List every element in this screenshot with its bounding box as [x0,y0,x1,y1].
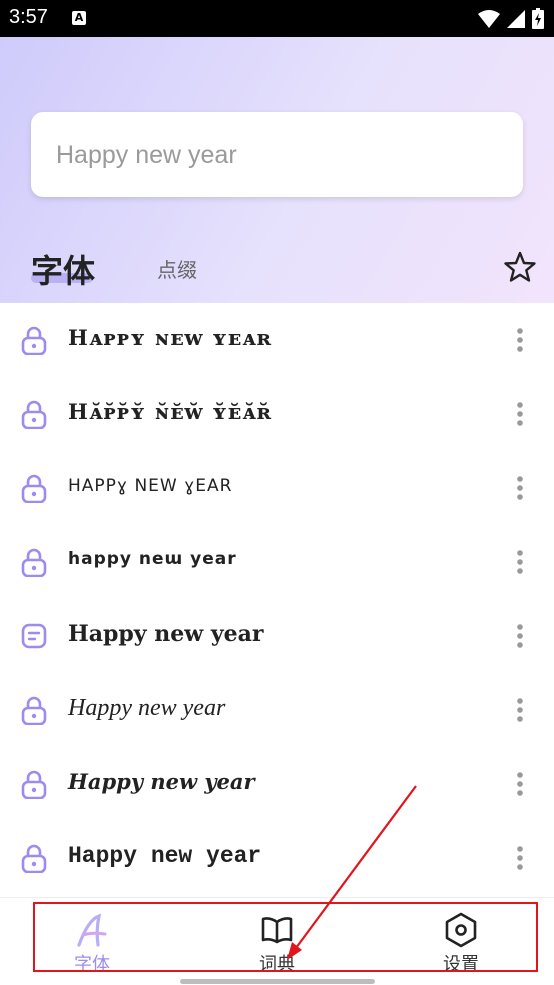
home-indicator [180,979,375,984]
annotation-arrow [287,785,417,960]
